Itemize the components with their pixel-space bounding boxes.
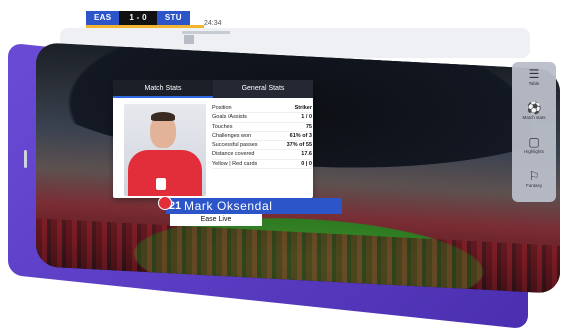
menu-item-label: Highlights [524, 149, 544, 154]
scoreboard: EAS 1 - 0 STU [86, 11, 190, 25]
stat-label: Goals /Assists [212, 114, 247, 121]
stats-tabs: Match Stats General Stats [113, 80, 313, 98]
menu-item-table[interactable]: ☰ Table [512, 64, 556, 94]
tab-general-stats[interactable]: General Stats [213, 80, 313, 98]
stat-value: 75 [305, 123, 312, 130]
stat-value: Striker [294, 105, 312, 111]
soccer-ball-icon: ⚽ [526, 101, 542, 115]
stat-label: Yellow | Red cards [212, 160, 258, 167]
side-menu: ☰ Table ⚽ Match stats ▢ Highlights ⚐ Fan… [512, 62, 556, 202]
stat-value: 61% of 3 [289, 132, 312, 139]
decor-dash [24, 150, 27, 168]
menu-item-highlights[interactable]: ▢ Highlights [512, 132, 556, 162]
menu-item-label: Table [528, 81, 540, 86]
stats-row: Position Striker [212, 104, 312, 114]
stat-value: 17.6 [301, 151, 312, 158]
stat-value: 1 / 0 [301, 114, 312, 121]
stats-row: Successful passes 37% of 55 [212, 141, 312, 151]
away-team-label: STU [156, 11, 190, 25]
tab-match-stats[interactable]: Match Stats [113, 80, 213, 98]
menu-item-match-stats[interactable]: ⚽ Match stats [512, 98, 556, 128]
match-clock: 24:34 [204, 20, 222, 27]
stats-row: Touches 75 [212, 123, 312, 132]
stats-row: Yellow | Red cards 0 | 0 [212, 160, 312, 170]
player-photo [124, 104, 206, 196]
stats-row: Distance covered 17.6 [212, 150, 312, 160]
shirt-icon [158, 196, 172, 210]
shirt-badge-icon [156, 178, 166, 190]
stat-label: Challenges won [212, 132, 252, 139]
player-hair [151, 112, 175, 121]
stats-table: Position Striker Goals /Assists 1 / 0 To… [212, 104, 312, 170]
menu-item-label: Fantasy [525, 183, 542, 188]
club-label: Ease Live [170, 214, 262, 226]
table-icon: ☰ [528, 67, 540, 81]
player-name-bar: 21 Mark Oksendal [166, 198, 342, 214]
stats-row: Challenges won 61% of 3 [212, 132, 312, 142]
menu-item-fantasy[interactable]: ⚐ Fantasy [512, 166, 556, 196]
trophy-icon: ⚐ [528, 169, 540, 183]
score-label: 1 - 0 [119, 11, 157, 25]
stats-row: Goals /Assists 1 / 0 [212, 113, 312, 123]
stat-label: Distance covered [212, 151, 255, 158]
home-team-label: EAS [86, 11, 120, 25]
monitor-icon: ▢ [528, 135, 540, 149]
player-name: Mark Oksendal [184, 199, 273, 213]
menu-item-label: Match stats [522, 115, 546, 120]
score-underline [86, 25, 204, 28]
match-progress-track [182, 31, 230, 34]
stat-label: Position [212, 105, 232, 111]
match-progress-marker[interactable] [184, 35, 194, 44]
stat-value: 37% of 55 [286, 142, 312, 149]
stat-label: Successful passes [212, 142, 258, 149]
stat-value: 0 | 0 [301, 160, 312, 167]
stat-label: Touches [212, 123, 233, 130]
